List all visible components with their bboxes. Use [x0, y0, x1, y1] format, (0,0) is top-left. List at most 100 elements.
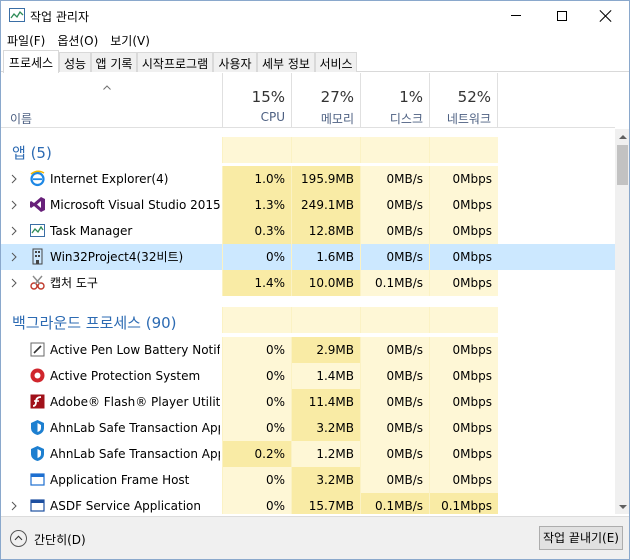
menu-file[interactable]: 파일(F) [1, 30, 51, 50]
collapse-chevron-up-icon[interactable] [10, 530, 27, 547]
process-row-visual-studio[interactable]: Microsoft Visual Studio 2015(32비트) 1.3% … [1, 192, 615, 218]
network-cell [429, 137, 498, 163]
memory-cell: 1.6MB [291, 244, 360, 270]
column-memory[interactable]: 27% 메모리 [291, 73, 360, 128]
title-bar[interactable]: 작업 관리자 [1, 1, 629, 30]
process-name: AhnLab Safe Transaction Application [50, 421, 220, 435]
ahnlab-icon [31, 446, 44, 461]
process-name: Active Protection System [50, 369, 201, 383]
menu-view[interactable]: 보기(V) [104, 30, 156, 50]
memory-cell: 1.2MB [291, 441, 360, 467]
network-label: 네트워크 [446, 112, 491, 126]
close-button[interactable] [583, 1, 629, 30]
process-row-task-manager[interactable]: Task Manager 0.3% 12.8MB 0MB/s 0Mbps [1, 218, 615, 244]
asdf-service-icon [30, 499, 45, 512]
network-cell: 0Mbps [429, 337, 498, 363]
cpu-label: CPU [260, 110, 285, 124]
process-name: Win32Project4(32비트) [50, 250, 184, 264]
process-row-asdf-service[interactable]: ASDF Service Application 0% 15.7MB 0.1MB… [1, 493, 615, 514]
menu-options[interactable]: 옵션(O) [51, 30, 104, 50]
process-row-adobe-flash[interactable]: Adobe® Flash® Player Utility 0% 11.4MB 0… [1, 389, 615, 415]
process-row-ahnlab-1[interactable]: AhnLab Safe Transaction Application 0% 3… [1, 415, 615, 441]
chevron-right-icon[interactable] [10, 278, 18, 288]
disk-cell: 0MB/s [360, 363, 429, 389]
group-header-apps[interactable]: 앱 (5) [1, 137, 615, 163]
tab-users[interactable]: 사용자 [213, 52, 257, 72]
win32-app-icon [32, 248, 43, 265]
column-header: 이름 15% CPU 27% 메모리 1% 디스크 52% 네트워크 [1, 73, 615, 128]
process-row-ahnlab-2[interactable]: AhnLab Safe Transaction Application 0.2%… [1, 441, 615, 467]
process-name: Active Pen Low Battery Notifier [50, 343, 220, 357]
network-cell [429, 307, 498, 333]
disk-cell: 0.1MB/s [360, 493, 429, 514]
process-row-active-protection[interactable]: Active Protection System 0% 1.4MB 0MB/s … [1, 363, 615, 389]
process-row-snipping-tool[interactable]: 캡처 도구 1.4% 10.0MB 0.1MB/s 0Mbps [1, 270, 615, 296]
memory-cell [291, 137, 360, 163]
network-cell: 0Mbps [429, 270, 498, 296]
snipping-tool-icon [30, 275, 45, 290]
chevron-right-icon[interactable] [10, 252, 18, 262]
tab-app-history[interactable]: 앱 기록 [91, 52, 137, 72]
maximize-button[interactable] [539, 1, 585, 30]
process-name: ASDF Service Application [50, 499, 201, 513]
cpu-cell: 1.4% [222, 270, 291, 296]
scroll-down-button[interactable] [615, 499, 629, 514]
scroll-thumb[interactable] [617, 145, 628, 185]
cpu-cell: 0% [222, 415, 291, 441]
process-name: Task Manager [50, 224, 133, 238]
minimize-button[interactable] [493, 1, 539, 30]
process-row-internet-explorer[interactable]: Internet Explorer(4) 1.0% 195.9MB 0MB/s … [1, 166, 615, 192]
cpu-cell: 0.3% [222, 218, 291, 244]
tab-startup[interactable]: 시작프로그램 [137, 52, 213, 72]
process-row-win32project4[interactable]: Win32Project4(32비트) 0% 1.6MB 0MB/s 0Mbps [1, 244, 615, 270]
chevron-right-icon[interactable] [10, 200, 18, 210]
network-cell: 0Mbps [429, 192, 498, 218]
memory-cell: 12.8MB [291, 218, 360, 244]
disk-cell: 0.1MB/s [360, 270, 429, 296]
process-row-active-pen[interactable]: Active Pen Low Battery Notifier 0% 2.9MB… [1, 337, 615, 363]
cpu-cell: 0.2% [222, 441, 291, 467]
column-network[interactable]: 52% 네트워크 [429, 73, 498, 128]
column-cpu[interactable]: 15% CPU [222, 73, 291, 128]
disk-label: 디스크 [389, 112, 423, 126]
network-cell: 0.1Mbps [429, 493, 498, 514]
process-row-app-frame-host[interactable]: Application Frame Host 0% 3.2MB 0MB/s 0M… [1, 467, 615, 493]
fewer-details-link[interactable]: 간단히(D) [34, 531, 86, 548]
column-disk[interactable]: 1% 디스크 [360, 73, 429, 128]
visual-studio-icon [30, 197, 45, 212]
scroll-up-button[interactable] [615, 129, 629, 144]
tab-performance[interactable]: 성능 [59, 52, 91, 72]
disk-cell: 0MB/s [360, 192, 429, 218]
network-cell: 0Mbps [429, 415, 498, 441]
group-header-background[interactable]: 백그라운드 프로세스 (90) [1, 307, 615, 333]
app-frame-icon [30, 473, 45, 486]
sort-ascending-icon[interactable] [103, 85, 111, 90]
chevron-right-icon[interactable] [10, 226, 18, 236]
process-name: Adobe® Flash® Player Utility [50, 395, 220, 409]
tab-details[interactable]: 세부 정보 [257, 52, 315, 72]
group-title-background: 백그라운드 프로세스 (90) [12, 314, 177, 332]
chevron-right-icon[interactable] [10, 174, 18, 184]
scroll-up-arrow-icon [618, 134, 627, 139]
tab-processes[interactable]: 프로세스 [3, 50, 59, 73]
column-name[interactable]: 이름 [10, 110, 32, 127]
tab-services[interactable]: 서비스 [315, 52, 357, 72]
tab-bar: 프로세스 성능 앱 기록 시작프로그램 사용자 세부 정보 서비스 [1, 50, 629, 73]
cpu-cell: 0% [222, 389, 291, 415]
process-name: Internet Explorer(4) [50, 172, 169, 186]
cpu-cell: 0% [222, 467, 291, 493]
network-cell: 0Mbps [429, 244, 498, 270]
disk-total: 1% [399, 88, 423, 106]
memory-cell: 3.2MB [291, 467, 360, 493]
cpu-total: 15% [251, 88, 285, 106]
network-cell: 0Mbps [429, 166, 498, 192]
chevron-right-icon[interactable] [10, 501, 18, 511]
cpu-cell: 0% [222, 244, 291, 270]
task-manager-icon [30, 224, 45, 237]
window-title: 작업 관리자 [30, 10, 90, 24]
process-name: AhnLab Safe Transaction Application [50, 447, 220, 461]
vertical-scrollbar[interactable] [615, 129, 629, 514]
close-icon [600, 10, 612, 22]
end-task-button[interactable]: 작업 끝내기(E) [539, 526, 623, 550]
memory-cell: 195.9MB [291, 166, 360, 192]
